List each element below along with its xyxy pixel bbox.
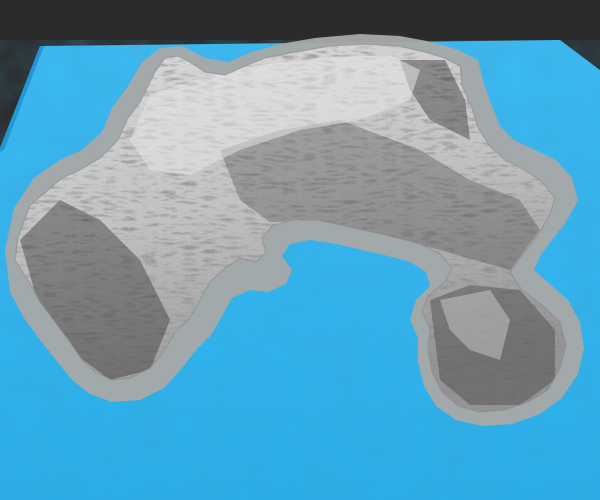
terrain-render [0,0,600,500]
terrain-svg [0,0,600,500]
